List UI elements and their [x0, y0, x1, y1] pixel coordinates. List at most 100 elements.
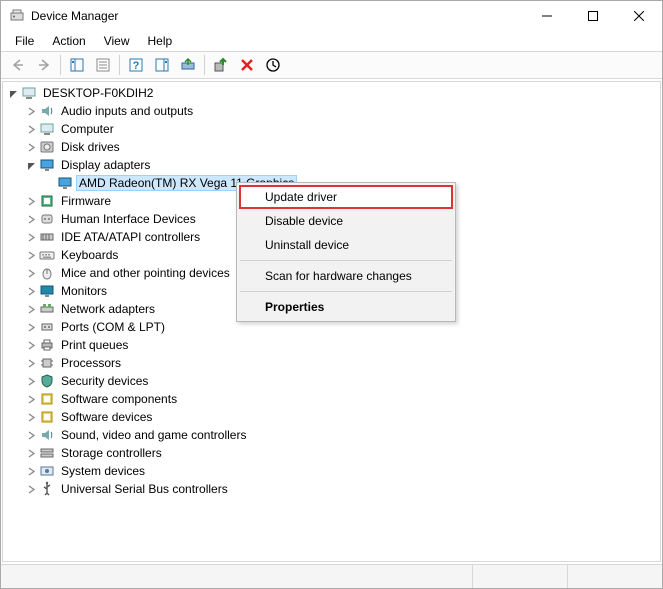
chevron-right-icon[interactable]	[23, 427, 39, 443]
software-icon	[39, 391, 55, 407]
computer-icon	[39, 121, 55, 137]
tree-category[interactable]: Security devices	[3, 372, 660, 390]
titlebar: Device Manager	[1, 1, 662, 31]
tree-category[interactable]: Print queues	[3, 336, 660, 354]
ctx-properties[interactable]: Properties	[239, 295, 453, 319]
svg-text:?: ?	[133, 60, 140, 72]
chevron-right-icon[interactable]	[23, 229, 39, 245]
tree-category[interactable]: Storage controllers	[3, 444, 660, 462]
toolbar-separator	[204, 55, 205, 75]
maximize-button[interactable]	[570, 1, 616, 31]
help-button[interactable]: ?	[124, 53, 148, 77]
properties-button[interactable]	[91, 53, 115, 77]
chevron-right-icon[interactable]	[23, 139, 39, 155]
tree-category-label: Sound, video and game controllers	[59, 428, 248, 442]
ctx-update-driver[interactable]: Update driver	[239, 185, 453, 209]
software-icon	[39, 409, 55, 425]
tree-category-label: Monitors	[59, 284, 109, 298]
network-icon	[39, 301, 55, 317]
tree-category-label: IDE ATA/ATAPI controllers	[59, 230, 202, 244]
chevron-right-icon[interactable]	[23, 103, 39, 119]
scan-hardware-button[interactable]	[261, 53, 285, 77]
tree-category[interactable]: Disk drives	[3, 138, 660, 156]
chevron-right-icon[interactable]	[23, 211, 39, 227]
tree-category-label: Audio inputs and outputs	[59, 104, 195, 118]
storage-icon	[39, 445, 55, 461]
chevron-right-icon[interactable]	[23, 283, 39, 299]
chevron-right-icon[interactable]	[23, 463, 39, 479]
chevron-right-icon[interactable]	[23, 193, 39, 209]
context-menu-separator	[240, 291, 452, 292]
chevron-right-icon[interactable]	[23, 481, 39, 497]
ctx-disable-device[interactable]: Disable device	[239, 209, 453, 233]
tree-category[interactable]: Display adapters	[3, 156, 660, 174]
chevron-right-icon[interactable]	[23, 337, 39, 353]
tree-category[interactable]: System devices	[3, 462, 660, 480]
tree-category[interactable]: Sound, video and game controllers	[3, 426, 660, 444]
status-cell	[472, 565, 567, 588]
audio-icon	[39, 427, 55, 443]
mouse-icon	[39, 265, 55, 281]
tree-category[interactable]: Computer	[3, 120, 660, 138]
tree-category[interactable]: Software devices	[3, 408, 660, 426]
tree-category[interactable]: Software components	[3, 390, 660, 408]
menu-file[interactable]: File	[7, 33, 42, 49]
ide-icon	[39, 229, 55, 245]
chevron-right-icon[interactable]	[23, 391, 39, 407]
chevron-right-icon[interactable]	[23, 265, 39, 281]
monitor-icon	[39, 283, 55, 299]
chevron-right-icon[interactable]	[23, 445, 39, 461]
context-menu: Update driver Disable device Uninstall d…	[236, 182, 456, 322]
statusbar	[1, 564, 662, 588]
show-hide-console-tree-button[interactable]	[65, 53, 89, 77]
disk-icon	[39, 139, 55, 155]
tree-category-label: Disk drives	[59, 140, 122, 154]
menu-action[interactable]: Action	[44, 33, 93, 49]
display-icon	[39, 157, 55, 173]
tree-category-label: System devices	[59, 464, 147, 478]
tree-category[interactable]: Universal Serial Bus controllers	[3, 480, 660, 498]
port-icon	[39, 319, 55, 335]
tree-category[interactable]: Audio inputs and outputs	[3, 102, 660, 120]
context-menu-separator	[240, 260, 452, 261]
chevron-right-icon[interactable]	[23, 121, 39, 137]
chevron-right-icon[interactable]	[23, 355, 39, 371]
chevron-down-icon[interactable]	[23, 157, 39, 173]
tree-category-label: Software components	[59, 392, 179, 406]
tree-category-label: Software devices	[59, 410, 154, 424]
printer-icon	[39, 337, 55, 353]
tree-category-label: Human Interface Devices	[59, 212, 198, 226]
ctx-uninstall-device[interactable]: Uninstall device	[239, 233, 453, 257]
status-cell	[567, 565, 662, 588]
chevron-right-icon[interactable]	[23, 247, 39, 263]
tree-root[interactable]: DESKTOP-F0KDIH2	[3, 84, 660, 102]
ctx-scan-hardware[interactable]: Scan for hardware changes	[239, 264, 453, 288]
tree-category[interactable]: Processors	[3, 354, 660, 372]
hid-icon	[39, 211, 55, 227]
cpu-icon	[39, 355, 55, 371]
tree-category-label: Keyboards	[59, 248, 120, 262]
chevron-right-icon[interactable]	[23, 319, 39, 335]
back-button[interactable]	[6, 53, 30, 77]
chevron-right-icon[interactable]	[23, 409, 39, 425]
forward-button[interactable]	[32, 53, 56, 77]
update-driver-button[interactable]	[176, 53, 200, 77]
enable-device-button[interactable]	[209, 53, 233, 77]
chevron-right-icon[interactable]	[23, 373, 39, 389]
app-icon	[9, 8, 25, 24]
toolbar-separator	[60, 55, 61, 75]
chevron-right-icon[interactable]	[23, 301, 39, 317]
menubar: File Action View Help	[1, 31, 662, 51]
tree-category-label: Print queues	[59, 338, 130, 352]
action-pane-button[interactable]	[150, 53, 174, 77]
menu-view[interactable]: View	[96, 33, 138, 49]
uninstall-device-button[interactable]	[235, 53, 259, 77]
menu-help[interactable]: Help	[140, 33, 181, 49]
tree-category-label: Ports (COM & LPT)	[59, 320, 167, 334]
chevron-down-icon[interactable]	[5, 85, 21, 101]
minimize-button[interactable]	[524, 1, 570, 31]
close-button[interactable]	[616, 1, 662, 31]
display-icon	[57, 175, 73, 191]
tree-category-label: Network adapters	[59, 302, 157, 316]
audio-icon	[39, 103, 55, 119]
